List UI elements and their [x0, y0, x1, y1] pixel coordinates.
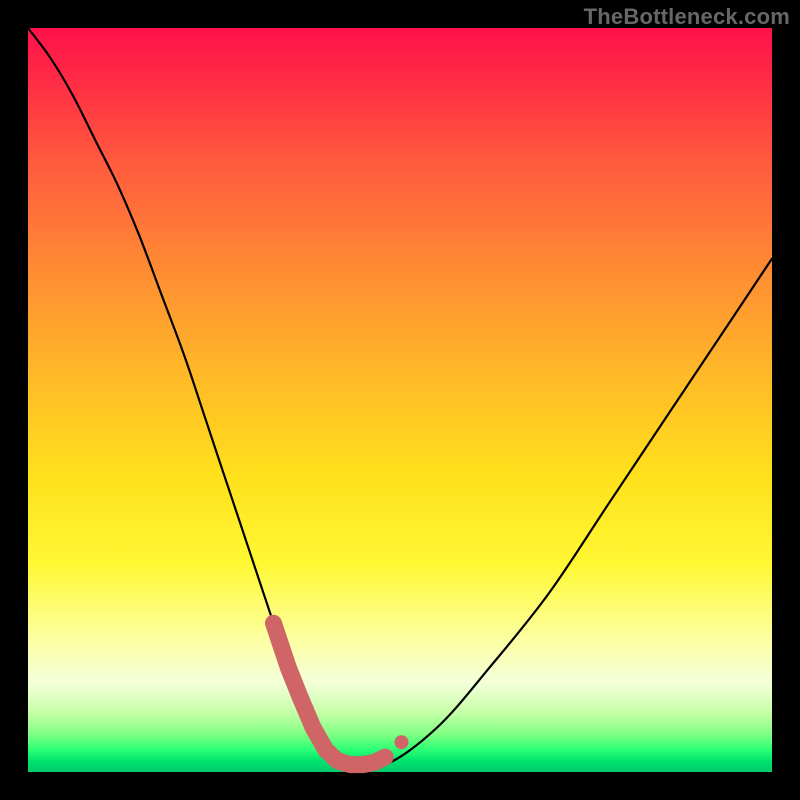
curve-svg: [28, 28, 772, 772]
curve-group: [28, 28, 772, 768]
chart-frame: TheBottleneck.com: [0, 0, 800, 800]
plot-area: [28, 28, 772, 772]
marker-group: [274, 623, 409, 764]
watermark-text: TheBottleneck.com: [584, 4, 790, 30]
marker-dot: [395, 735, 409, 749]
marker-segment: [274, 623, 386, 764]
bottleneck-curve-line: [28, 28, 772, 768]
